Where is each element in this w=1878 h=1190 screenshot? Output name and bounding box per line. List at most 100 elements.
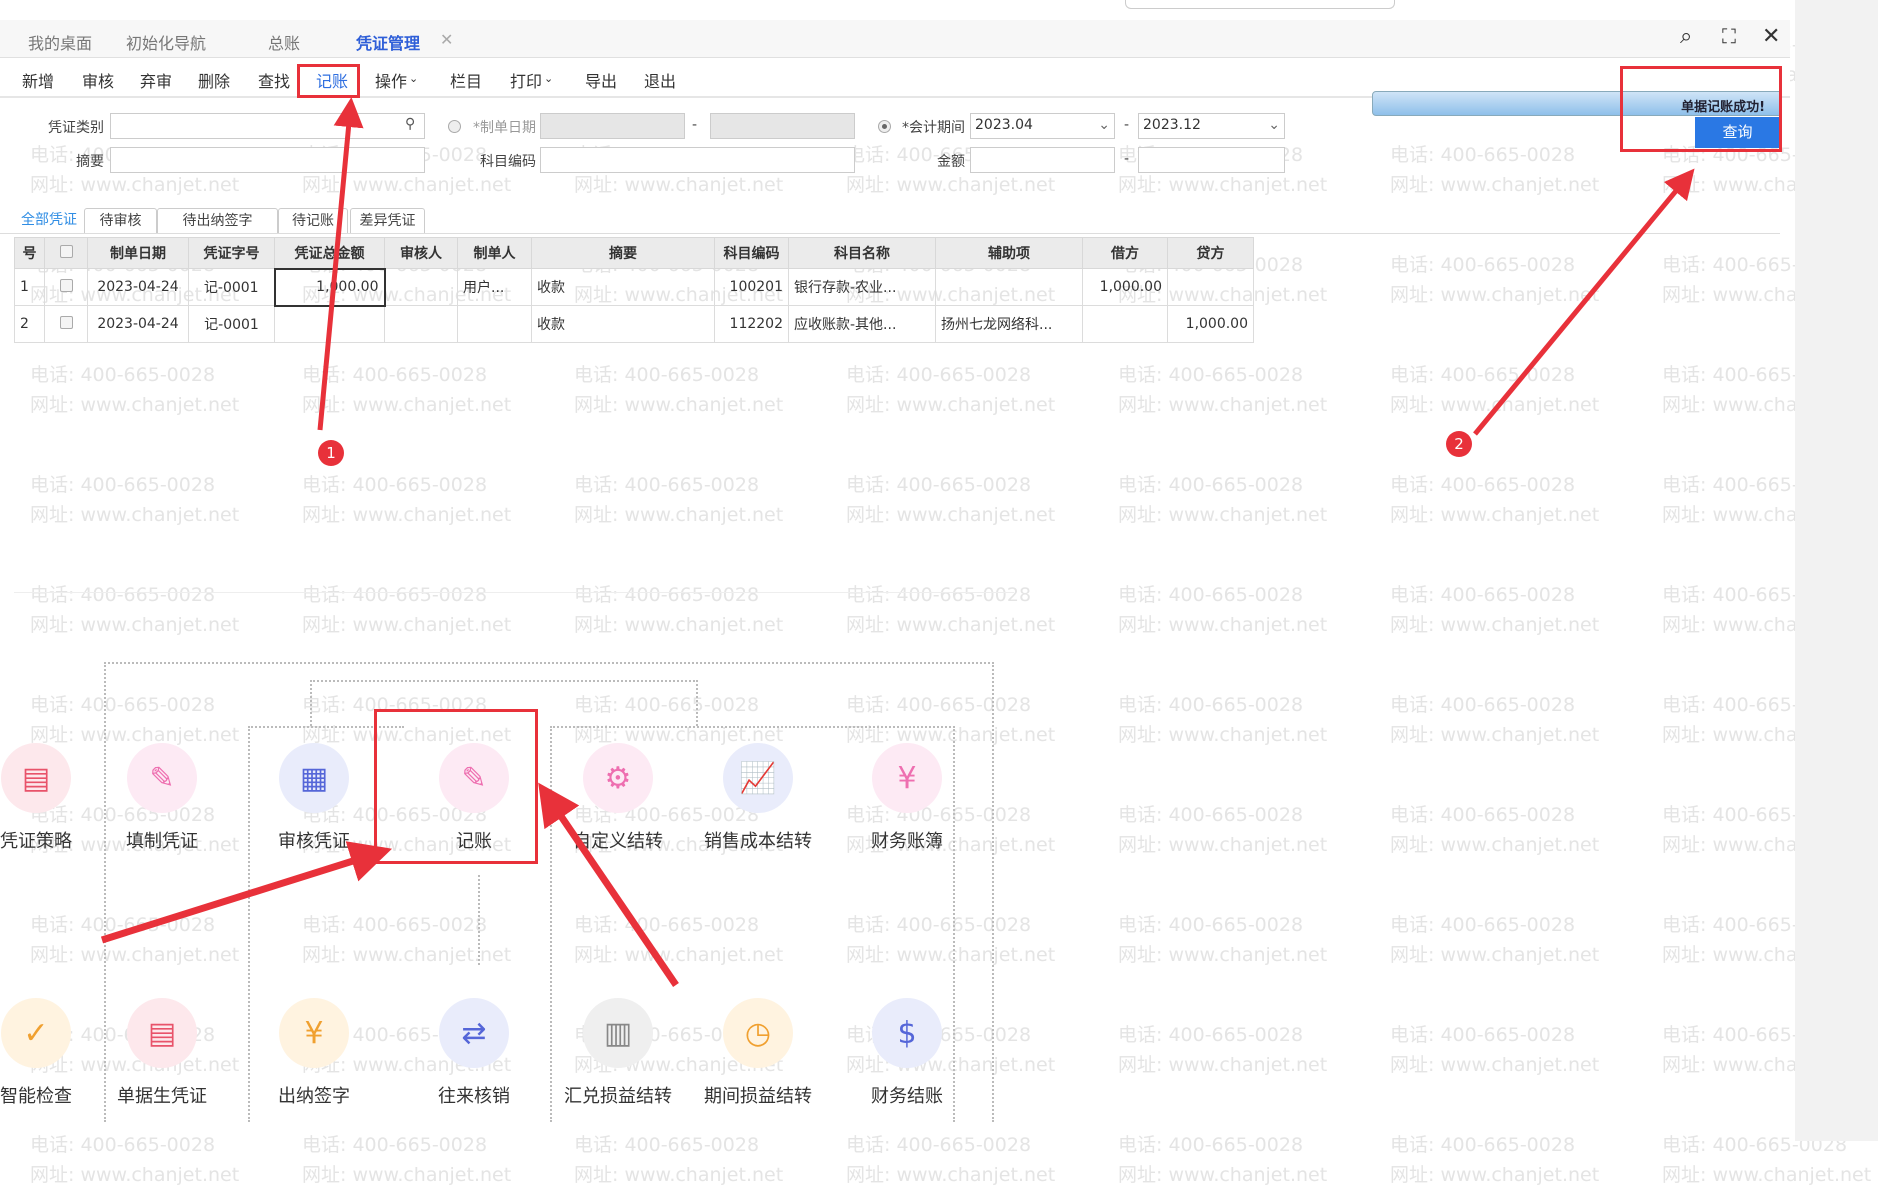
flow-node-icon: ◷ (723, 998, 793, 1068)
expand-icon[interactable]: ⛶ (1722, 24, 1736, 48)
toolbar-button-1[interactable]: 审核 (82, 68, 114, 92)
column-header[interactable]: 科目编码 (714, 237, 789, 269)
watermark-text: 网址: www.chanjet.net (846, 1164, 1056, 1186)
watermark-text: 电话: 400-665-0028 (574, 1134, 760, 1156)
watermark-text: 电话: 400-665-0028 (1390, 1024, 1576, 1046)
period-radio[interactable] (878, 120, 891, 133)
annotation-badge-1: 1 (318, 440, 344, 466)
annotation-arrow (1473, 168, 1695, 436)
tab-bar: 我的桌面 初始化导航 总账 凭证管理 ✕ ⌕ ⛶ ✕ (0, 20, 1790, 61)
toolbar-button-4[interactable]: 查找 (258, 68, 290, 92)
table-row[interactable]: 1 2023-04-24 记-0001 1,000.00 用户... 收款 100201 银行… (14, 267, 1254, 307)
period-from-select[interactable]: 2023.04 ⌄ (970, 113, 1115, 139)
column-header[interactable]: 摘要 (531, 237, 715, 269)
top-search-box[interactable] (1125, 0, 1395, 9)
toolbar-button-2[interactable]: 弃审 (140, 68, 172, 92)
toolbar-button-7[interactable]: 栏目 (450, 68, 482, 92)
toolbar-button-10[interactable]: 退出 (644, 68, 676, 92)
watermark-text: 网址: www.chanjet.net (1118, 1164, 1328, 1186)
flow-node[interactable]: ¥ 出纳签字 (249, 998, 379, 1108)
row-checkbox[interactable] (59, 278, 73, 292)
flow-node[interactable]: ◷ 期间损益结转 (693, 998, 823, 1108)
amount-to-input[interactable] (1138, 147, 1285, 173)
account-code-input[interactable] (540, 147, 855, 173)
flow-node-label: 审核凭证 (278, 831, 350, 852)
watermark-text: 网址: www.chanjet.net (1390, 724, 1600, 746)
table-cell: 银行存款-农业... (788, 268, 936, 306)
date-radio[interactable] (448, 120, 461, 133)
tab-general-ledger[interactable]: 总账 (268, 30, 300, 54)
row-checkbox[interactable] (59, 315, 73, 329)
flow-node[interactable]: ⚙ 自定义结转 (553, 743, 683, 853)
column-header[interactable]: 制单日期 (87, 237, 189, 269)
flow-node[interactable]: ▤ 凭证策略 (0, 743, 101, 853)
account-code-label: 科目编码 (480, 154, 536, 170)
summary-input[interactable] (110, 147, 425, 173)
flow-node[interactable]: 📈 销售成本结转 (693, 743, 823, 853)
table-cell: 收款 (531, 305, 715, 343)
flow-node[interactable]: ⇄ 往来核销 (409, 998, 539, 1108)
filter-tab-1[interactable]: 待审核 (84, 208, 157, 233)
period-to-select[interactable]: 2023.12 ⌄ (1138, 113, 1285, 139)
flow-node-label: 自定义结转 (573, 831, 663, 852)
voucher-type-input[interactable] (110, 113, 425, 139)
column-header[interactable]: 号 (14, 237, 45, 269)
watermark-text: 电话: 400-665-0028 (30, 584, 216, 606)
filter-tab-0[interactable]: 全部凭证 (14, 208, 84, 233)
column-header[interactable]: 制单人 (457, 237, 532, 269)
search-icon[interactable]: ⌕ (1680, 24, 1692, 49)
date-from-input[interactable] (540, 113, 685, 139)
watermark-text: 电话: 400-665-0028 (1118, 474, 1304, 496)
flow-node[interactable]: ▤ 单据生凭证 (97, 998, 227, 1108)
flow-node-icon: ▦ (279, 743, 349, 813)
column-header[interactable]: 辅助项 (935, 237, 1083, 269)
watermark-text: 网址: www.chanjet.net (1662, 1164, 1872, 1186)
tab-desktop[interactable]: 我的桌面 (28, 30, 92, 54)
watermark-text: 网址: www.chanjet.net (30, 394, 240, 416)
toolbar-button-8[interactable]: 打印 (510, 68, 542, 92)
toolbar-button-6[interactable]: 操作 (375, 68, 407, 92)
watermark-text: 网址: www.chanjet.net (30, 504, 240, 526)
flow-node-label: 财务账簿 (871, 831, 943, 852)
amount-from-input[interactable] (970, 147, 1115, 173)
column-header[interactable]: 贷方 (1167, 237, 1254, 269)
flow-node[interactable]: ¥ 财务账簿 (842, 743, 972, 853)
chevron-down-icon: ⌄ (544, 72, 554, 85)
column-header[interactable]: 借方 (1082, 237, 1168, 269)
flow-node[interactable]: ▥ 汇兑损益结转 (553, 998, 683, 1108)
tab-init-nav[interactable]: 初始化导航 (126, 30, 206, 54)
filter-tab-3[interactable]: 待记账 (278, 208, 348, 233)
flow-node[interactable]: ▦ 审核凭证 (249, 743, 379, 853)
flow-node-label: 销售成本结转 (704, 831, 812, 852)
column-header[interactable]: 凭证总金额 (274, 237, 385, 269)
table-cell (44, 268, 88, 306)
flow-node[interactable]: $ 财务结账 (842, 998, 972, 1108)
toolbar-button-3[interactable]: 删除 (198, 68, 230, 92)
watermark-text: 电话: 400-665-0028 (30, 364, 216, 386)
watermark-text: 网址: www.chanjet.net (574, 394, 784, 416)
date-to-input[interactable] (710, 113, 855, 139)
column-header[interactable]: 科目名称 (788, 237, 936, 269)
column-header[interactable]: 凭证字号 (188, 237, 275, 269)
tab-voucher-management[interactable]: 凭证管理 (342, 30, 435, 61)
toolbar-button-0[interactable]: 新增 (22, 68, 54, 92)
flow-node[interactable]: ✓ 智能检查 (0, 998, 101, 1108)
table-cell: 100201 (714, 268, 789, 306)
select-all-checkbox[interactable] (59, 244, 73, 258)
watermark-text: 电话: 400-665-0028 (846, 364, 1032, 386)
flow-node-icon: ⇄ (439, 998, 509, 1068)
filter-tab-2[interactable]: 待出纳签字 (157, 208, 278, 233)
close-icon[interactable]: ✕ (1762, 24, 1780, 49)
watermark-text: 网址: www.chanjet.net (574, 174, 784, 196)
watermark-text: 电话: 400-665-0028 (1390, 364, 1576, 386)
table-row[interactable]: 2 2023-04-24 记-0001 收款 112202 应收账款-其他... 扬州七龙网… (14, 305, 1254, 343)
filter-tab-4[interactable]: 差异凭证 (350, 208, 425, 233)
toolbar-button-9[interactable]: 导出 (585, 68, 617, 92)
column-header[interactable] (44, 237, 88, 269)
flow-node[interactable]: ✎ 填制凭证 (97, 743, 227, 853)
flow-node-icon: ✎ (127, 743, 197, 813)
column-header[interactable]: 审核人 (384, 237, 458, 269)
table-cell: 记-0001 (188, 305, 275, 343)
watermark-text: 网址: www.chanjet.net (1118, 944, 1328, 966)
tab-close-icon[interactable]: ✕ (440, 30, 453, 49)
